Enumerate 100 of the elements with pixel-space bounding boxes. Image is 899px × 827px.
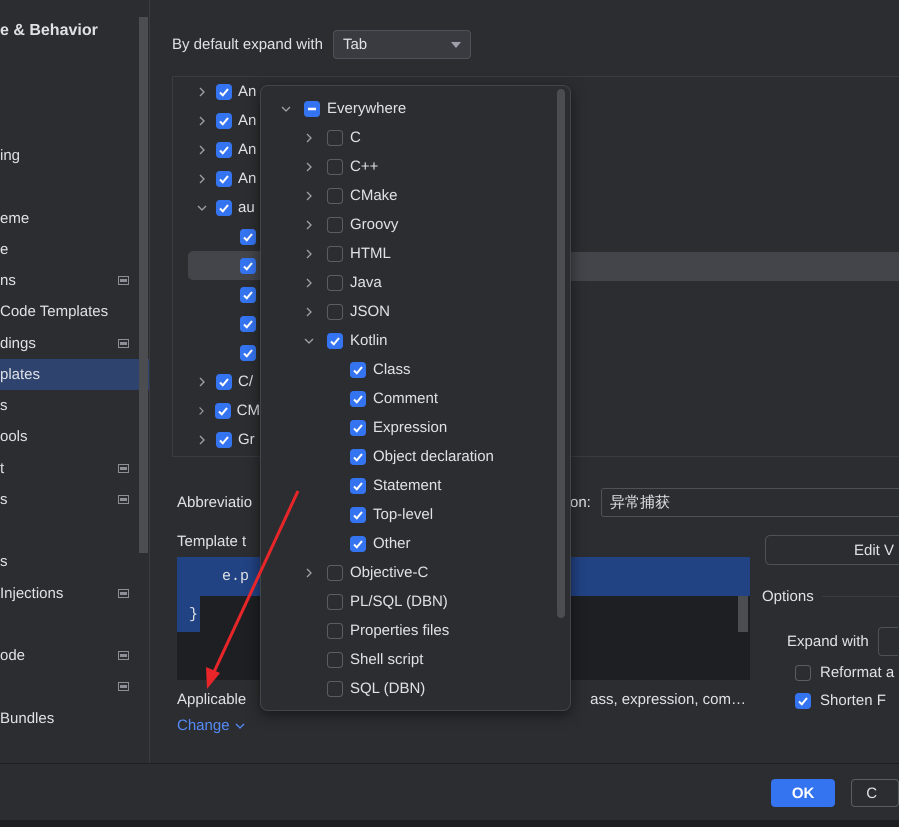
sidebar-item[interactable]: s: [0, 390, 149, 422]
sidebar-item[interactable]: s: [0, 484, 149, 515]
checkbox[interactable]: [350, 536, 366, 552]
chevron-right-icon[interactable]: [304, 306, 314, 316]
context-label[interactable]: Comment: [373, 390, 438, 407]
checkbox[interactable]: [216, 374, 232, 390]
context-label[interactable]: Top-level: [373, 506, 434, 523]
checkbox[interactable]: [327, 622, 343, 638]
context-label[interactable]: Java: [350, 274, 382, 291]
tree-row[interactable]: Gr: [188, 425, 260, 454]
checkbox[interactable]: [350, 420, 366, 436]
sidebar-item[interactable]: s: [0, 546, 149, 578]
checkbox[interactable]: [795, 692, 811, 708]
checkbox[interactable]: [327, 246, 343, 262]
tree-row[interactable]: C/: [188, 367, 260, 396]
chevron-right-icon[interactable]: [304, 220, 314, 230]
context-label[interactable]: Properties files: [350, 622, 450, 639]
chevron-right-icon[interactable]: [304, 132, 314, 142]
context-label[interactable]: CMake: [350, 187, 398, 204]
sidebar-item[interactable]: t: [0, 452, 149, 484]
chevron-right-icon[interactable]: [304, 190, 314, 200]
tree-row[interactable]: CM: [188, 396, 260, 425]
chevron-right-icon[interactable]: [197, 116, 207, 126]
chevron-right-icon[interactable]: [197, 144, 207, 154]
context-label[interactable]: C: [350, 129, 361, 146]
chevron-right-icon[interactable]: [197, 406, 206, 416]
checkbox[interactable]: [327, 274, 343, 290]
checkbox[interactable]: [795, 664, 811, 680]
tree-row[interactable]: An: [188, 77, 260, 106]
chevron-down-icon[interactable]: [304, 336, 314, 346]
context-label[interactable]: C++: [350, 158, 378, 175]
checkbox[interactable]: [350, 390, 366, 406]
context-label[interactable]: HTML: [350, 245, 391, 262]
checkbox[interactable]: [327, 332, 343, 348]
checkbox[interactable]: [216, 432, 232, 448]
checkbox[interactable]: [327, 564, 343, 580]
sidebar-item[interactable]: ing: [0, 140, 149, 172]
context-label[interactable]: Expression: [373, 419, 448, 436]
checkbox[interactable]: [327, 304, 343, 320]
chevron-right-icon[interactable]: [304, 248, 314, 258]
checkbox[interactable]: [216, 170, 232, 186]
chevron-right-icon[interactable]: [197, 434, 207, 444]
chevron-down-icon[interactable]: [197, 202, 207, 212]
sidebar-item[interactable]: eme: [0, 202, 149, 234]
checkbox[interactable]: [350, 448, 366, 464]
checkbox[interactable]: [327, 216, 343, 232]
context-label[interactable]: Groovy: [350, 216, 398, 233]
scrollbar[interactable]: [557, 89, 565, 618]
checkbox[interactable]: [240, 286, 256, 302]
checkbox[interactable]: [216, 200, 232, 216]
description-field[interactable]: 异常捕获: [601, 488, 899, 517]
context-label[interactable]: SQL (DBN): [350, 680, 426, 697]
sidebar-item[interactable]: Code Templates: [0, 296, 149, 328]
checkbox[interactable]: [327, 188, 343, 204]
chevron-right-icon[interactable]: [197, 174, 207, 184]
cancel-button[interactable]: C: [851, 779, 899, 807]
chevron-right-icon[interactable]: [197, 376, 207, 386]
context-label[interactable]: Other: [373, 535, 411, 552]
scrollbar[interactable]: [738, 596, 748, 632]
edit-variables-button[interactable]: Edit V: [765, 535, 899, 565]
chevron-right-icon[interactable]: [304, 278, 314, 288]
tree-row[interactable]: An: [188, 135, 260, 164]
checkbox[interactable]: [216, 84, 232, 100]
checkbox[interactable]: [350, 362, 366, 378]
context-label[interactable]: Objective-C: [350, 564, 428, 581]
chevron-right-icon[interactable]: [304, 162, 314, 172]
context-label[interactable]: JSON: [350, 303, 390, 320]
checkbox[interactable]: [327, 158, 343, 174]
checkbox[interactable]: [240, 344, 256, 360]
checkbox[interactable]: [327, 594, 343, 610]
context-label[interactable]: Everywhere: [327, 100, 406, 117]
expand-default-dropdown[interactable]: Tab: [332, 30, 471, 59]
checkbox[interactable]: [304, 100, 320, 116]
chevron-right-icon[interactable]: [304, 568, 314, 578]
scrollbar[interactable]: [139, 17, 148, 553]
checkbox[interactable]: [240, 316, 256, 332]
sidebar-item[interactable]: Bundles: [0, 702, 149, 734]
chevron-down-icon[interactable]: [281, 104, 291, 114]
checkbox[interactable]: [327, 652, 343, 668]
checkbox[interactable]: [214, 402, 231, 418]
checkbox[interactable]: [350, 506, 366, 522]
ok-button[interactable]: OK: [771, 779, 836, 807]
checkbox[interactable]: [350, 478, 366, 494]
context-label[interactable]: Shell script: [350, 651, 424, 668]
sidebar-item[interactable]: e: [0, 234, 149, 265]
tree-row[interactable]: au: [188, 193, 260, 222]
tree-row[interactable]: An: [188, 106, 260, 135]
chevron-right-icon[interactable]: [197, 86, 207, 96]
checkbox[interactable]: [327, 680, 343, 696]
context-label[interactable]: Statement: [373, 477, 442, 494]
sidebar-item[interactable]: dings: [0, 328, 149, 359]
context-label[interactable]: Object declaration: [373, 448, 494, 465]
checkbox[interactable]: [327, 130, 343, 146]
tree-row[interactable]: An: [188, 164, 260, 193]
checkbox[interactable]: [216, 112, 232, 128]
checkbox[interactable]: [216, 142, 232, 158]
sidebar-item[interactable]: ns: [0, 265, 149, 296]
sidebar-item[interactable]: ools: [0, 421, 149, 452]
sidebar-item[interactable]: Injections: [0, 578, 149, 609]
context-label[interactable]: Kotlin: [350, 332, 388, 349]
